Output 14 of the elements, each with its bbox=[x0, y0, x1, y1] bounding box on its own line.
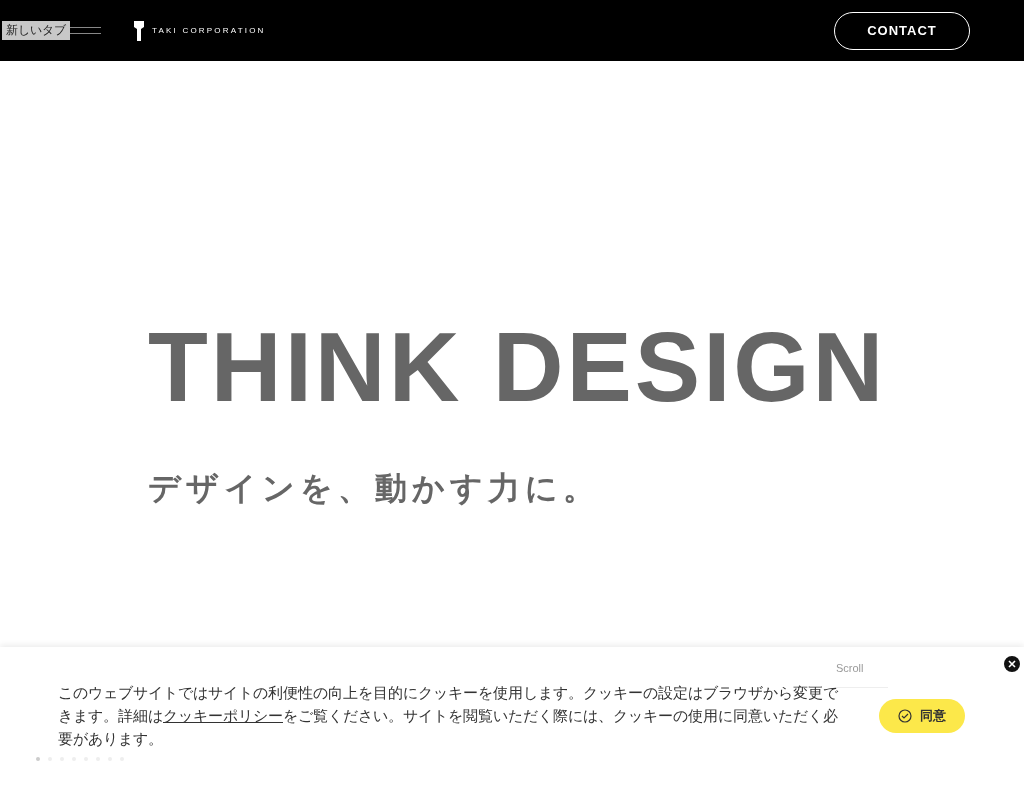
close-icon[interactable] bbox=[1004, 656, 1020, 672]
menu-icon[interactable] bbox=[70, 27, 101, 34]
hero-title: THINK DESIGN bbox=[148, 311, 887, 424]
contact-button[interactable]: CONTACT bbox=[834, 11, 970, 50]
cookie-policy-link[interactable]: クッキーポリシー bbox=[163, 706, 283, 725]
logo-icon bbox=[134, 20, 144, 41]
tab-label[interactable]: 新しいタブ bbox=[2, 20, 70, 41]
hero-subtitle: デザインを、動かす力に。 bbox=[148, 467, 601, 509]
scroll-label: Scroll bbox=[836, 660, 888, 688]
agree-button[interactable]: 同意 bbox=[879, 699, 965, 733]
check-circle-icon bbox=[898, 709, 912, 723]
logo-text: TAKI CORPORATION bbox=[152, 24, 266, 37]
cookie-notice-text: このウェブサイトではサイトの利便性の向上を目的にクッキーを使用します。クッキーの設定はブラウザから変更できます。詳細はクッキーポリシーをご覧ください。サイトを閲覧いただく際には、クッキーの使用に同意いただく必要があります。 bbox=[58, 682, 839, 750]
pagination-dot[interactable] bbox=[36, 757, 40, 761]
